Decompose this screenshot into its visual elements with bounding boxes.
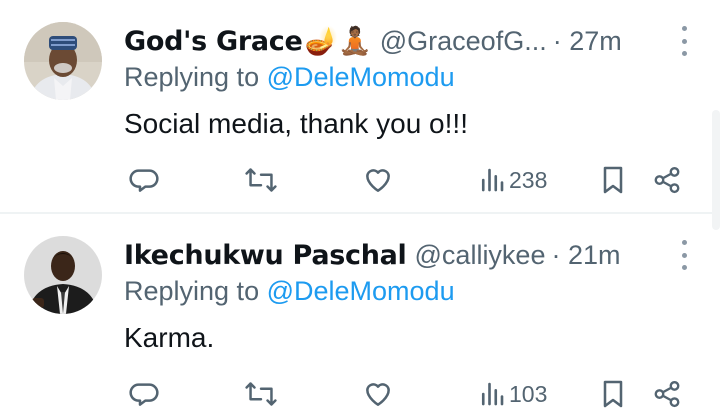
avatar[interactable] (24, 236, 102, 314)
like-button[interactable] (362, 160, 394, 200)
retweet-icon (245, 382, 277, 406)
retweet-icon (245, 168, 277, 192)
reply-button[interactable] (128, 160, 160, 200)
bookmark-button[interactable] (598, 374, 628, 414)
replying-prefix: Replying to (124, 276, 267, 306)
views-count: 238 (509, 166, 548, 193)
tweet-text: Social media, thank you o!!! (124, 108, 468, 139)
views-count: 103 (509, 380, 548, 407)
reply-icon (129, 383, 159, 406)
display-name[interactable]: Ikechukwu Paschal (124, 240, 407, 271)
share-button[interactable] (652, 160, 682, 200)
reply-icon (129, 169, 159, 192)
views-button[interactable]: 238 (479, 160, 547, 200)
share-icon (654, 166, 680, 194)
bookmark-icon (603, 166, 623, 194)
tweet-actions: 238 (124, 160, 684, 200)
mention-link[interactable]: @DeleMomodu (267, 276, 455, 306)
share-button[interactable] (652, 374, 682, 414)
like-button[interactable] (362, 374, 394, 414)
views-icon (481, 382, 504, 406)
more-icon[interactable] (680, 240, 688, 270)
retweet-button[interactable] (244, 374, 278, 414)
name-emojis: 🪔🧘🏾 (304, 26, 372, 56)
replying-prefix: Replying to (124, 62, 267, 92)
tweet-actions: 103 (124, 374, 684, 414)
reply-button[interactable] (128, 374, 160, 414)
tweet-reply[interactable]: God's Grace 🪔🧘🏾 @GraceofG... · 27m Reply… (0, 0, 720, 212)
scrollbar[interactable] (712, 110, 720, 230)
bookmark-button[interactable] (598, 160, 628, 200)
timestamp[interactable]: · 21m (551, 240, 620, 271)
share-icon (654, 380, 680, 408)
bookmark-icon (603, 380, 623, 408)
more-icon[interactable] (680, 26, 688, 56)
avatar[interactable] (24, 22, 102, 100)
views-icon (481, 168, 504, 192)
tweet-text: Karma. (124, 322, 215, 353)
tweet-reply[interactable]: Ikechukwu Paschal @calliykee · 21m Reply… (0, 214, 720, 416)
timestamp[interactable]: · 27m (553, 26, 622, 57)
user-handle[interactable]: @GraceofG... (380, 26, 547, 57)
replying-to: Replying to @DeleMomodu (124, 276, 455, 307)
heart-icon (366, 169, 390, 192)
user-handle[interactable]: @calliykee (415, 240, 546, 271)
replying-to: Replying to @DeleMomodu (124, 62, 455, 93)
retweet-button[interactable] (244, 160, 278, 200)
display-name[interactable]: God's Grace (124, 26, 303, 57)
mention-link[interactable]: @DeleMomodu (267, 62, 455, 92)
views-button[interactable]: 103 (479, 374, 547, 414)
heart-icon (366, 383, 390, 406)
